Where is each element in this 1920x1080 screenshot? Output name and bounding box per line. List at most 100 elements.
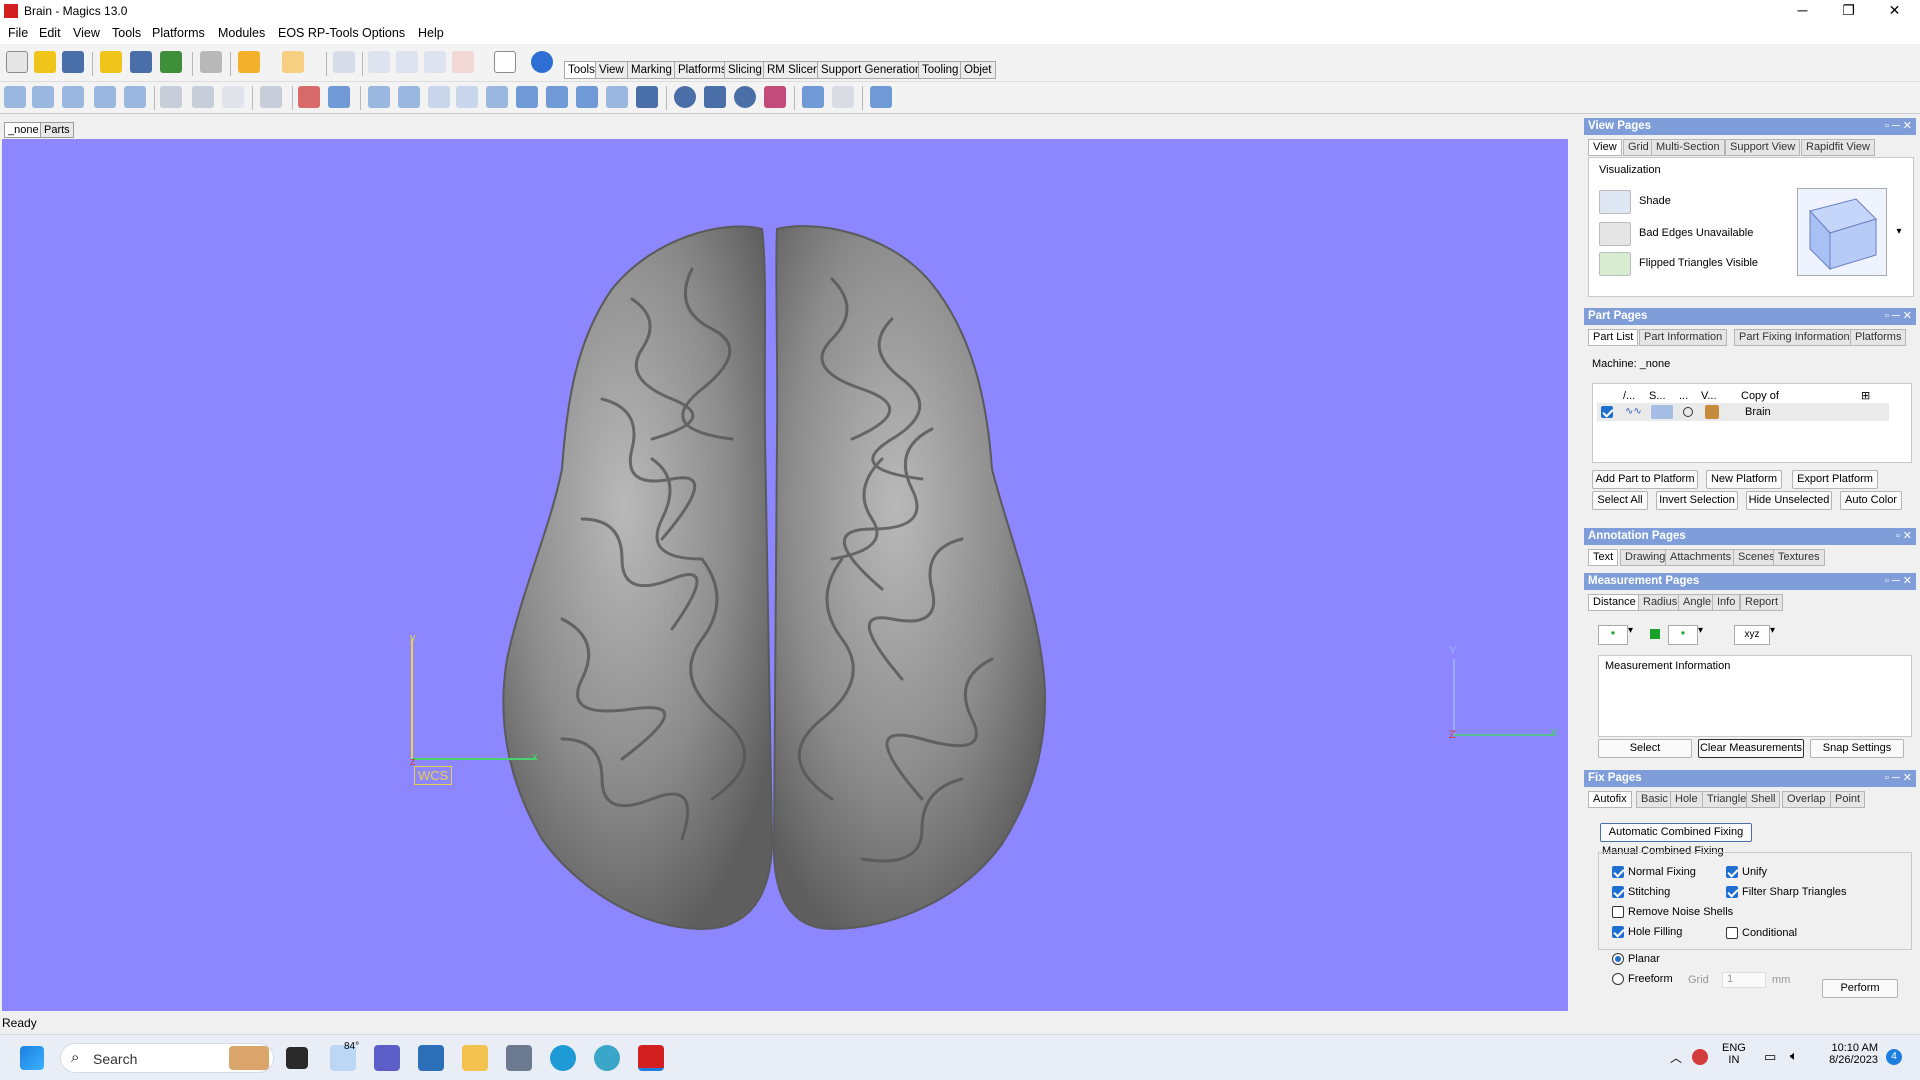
menu-tools[interactable]: Tools bbox=[112, 26, 141, 40]
select-button[interactable]: Select bbox=[1598, 739, 1692, 758]
open-folder-icon[interactable] bbox=[34, 51, 56, 73]
tab-text[interactable]: Text bbox=[1588, 549, 1619, 566]
column-header[interactable]: Copy of bbox=[1741, 390, 1779, 402]
radio-icon[interactable] bbox=[1683, 407, 1693, 417]
table-row[interactable]: ∿∿ Brain bbox=[1597, 403, 1889, 421]
chevron-down-icon[interactable]: ▾ bbox=[1770, 625, 1782, 645]
part-tool-icon[interactable] bbox=[4, 86, 26, 108]
rotate-view-icon[interactable] bbox=[368, 51, 390, 73]
brain-model[interactable] bbox=[2, 139, 1568, 1011]
chevron-up-icon[interactable]: ︿ bbox=[1670, 1049, 1682, 1066]
part-tool-icon[interactable] bbox=[486, 86, 508, 108]
close-icon[interactable]: ▫ ─ ✕ bbox=[1885, 308, 1912, 325]
store-icon[interactable] bbox=[418, 1045, 444, 1071]
part-tool-icon[interactable] bbox=[832, 86, 854, 108]
tab-basic[interactable]: Basic bbox=[1636, 791, 1673, 808]
tab-slicing[interactable]: Slicing bbox=[724, 61, 766, 79]
3d-viewport[interactable]: y z x WCS Y Z X bbox=[2, 139, 1568, 1011]
close-icon[interactable]: ▫ ─ ✕ bbox=[1885, 573, 1912, 590]
new-platform-button[interactable]: New Platform bbox=[1706, 470, 1782, 489]
minimize-button[interactable]: ─ bbox=[1780, 0, 1825, 22]
unify-checkbox[interactable] bbox=[1726, 866, 1738, 878]
app-icon[interactable] bbox=[594, 1045, 620, 1071]
part-tool-icon[interactable] bbox=[674, 86, 696, 108]
close-button[interactable]: ✕ bbox=[1872, 0, 1917, 22]
magics-taskbar-icon[interactable] bbox=[638, 1045, 664, 1071]
menu-file[interactable]: File bbox=[8, 26, 28, 40]
help-icon[interactable] bbox=[531, 51, 553, 73]
tab-view[interactable]: View bbox=[595, 61, 628, 79]
part-tool-icon[interactable] bbox=[870, 86, 892, 108]
tab-rm-slicer[interactable]: RM Slicer bbox=[763, 61, 821, 79]
hole-filling-checkbox[interactable] bbox=[1612, 926, 1624, 938]
search-box[interactable]: ⌕ Search bbox=[60, 1043, 274, 1073]
chevron-down-icon[interactable]: ▾ bbox=[1891, 188, 1907, 276]
clock[interactable]: 10:10 AM 8/26/2023 bbox=[1820, 1042, 1878, 1066]
part-tool-icon[interactable] bbox=[636, 86, 658, 108]
part-tool-icon[interactable] bbox=[802, 86, 824, 108]
auto-color-button[interactable]: Auto Color bbox=[1840, 491, 1902, 510]
part-tool-icon[interactable] bbox=[260, 86, 282, 108]
tab-tooling[interactable]: Tooling bbox=[918, 61, 963, 79]
freeform-radio[interactable] bbox=[1612, 973, 1624, 985]
stitching-checkbox[interactable] bbox=[1612, 886, 1624, 898]
zoom-fit-icon[interactable] bbox=[452, 51, 474, 73]
tab-part-platforms[interactable]: Platforms bbox=[1850, 329, 1907, 346]
snap-settings-button[interactable]: Snap Settings bbox=[1810, 739, 1904, 758]
flipped-triangles-icon[interactable] bbox=[1599, 252, 1631, 276]
part-tool-icon[interactable] bbox=[192, 86, 214, 108]
column-header[interactable]: V... bbox=[1701, 390, 1717, 402]
menu-view[interactable]: View bbox=[73, 26, 100, 40]
tab-autofix[interactable]: Autofix bbox=[1588, 791, 1632, 808]
pan-view-icon[interactable] bbox=[396, 51, 418, 73]
notification-badge[interactable]: 4 bbox=[1886, 1049, 1902, 1065]
tab-shell[interactable]: Shell bbox=[1746, 791, 1781, 808]
column-chooser-icon[interactable]: ⊞ bbox=[1861, 389, 1870, 402]
tab-attachments[interactable]: Attachments bbox=[1665, 549, 1737, 566]
part-visible-checkbox[interactable] bbox=[1601, 406, 1613, 418]
monitor-icon[interactable]: ▭ bbox=[1764, 1049, 1776, 1065]
part-tool-icon[interactable] bbox=[546, 86, 568, 108]
tab-radius[interactable]: Radius bbox=[1638, 594, 1683, 611]
menu-modules[interactable]: Modules bbox=[218, 26, 265, 40]
undo-icon[interactable] bbox=[238, 51, 260, 73]
point-selector[interactable]: • bbox=[1598, 625, 1628, 645]
tab-point[interactable]: Point bbox=[1830, 791, 1866, 808]
invert-selection-button[interactable]: Invert Selection bbox=[1656, 491, 1738, 510]
maximize-button[interactable]: ❐ bbox=[1826, 0, 1871, 22]
tab-report[interactable]: Report bbox=[1740, 594, 1784, 611]
point-selector[interactable]: • bbox=[1668, 625, 1698, 645]
close-icon[interactable]: ▫ ✕ bbox=[1896, 528, 1912, 545]
normal-fixing-checkbox[interactable] bbox=[1612, 866, 1624, 878]
chevron-down-icon[interactable]: ▾ bbox=[1628, 625, 1640, 645]
bad-edges-icon[interactable] bbox=[1599, 222, 1631, 246]
tab-drawing[interactable]: Drawing bbox=[1620, 549, 1671, 566]
select-icon[interactable] bbox=[333, 51, 355, 73]
part-tool-icon[interactable] bbox=[576, 86, 598, 108]
save-icon[interactable] bbox=[62, 51, 84, 73]
automatic-combined-fixing-button[interactable]: Automatic Combined Fixing bbox=[1600, 823, 1752, 842]
cut-icon[interactable] bbox=[160, 86, 182, 108]
tab-support-view[interactable]: Support View bbox=[1725, 139, 1801, 156]
column-header[interactable]: /... bbox=[1623, 390, 1635, 402]
tab-tools[interactable]: Tools bbox=[564, 61, 599, 79]
part-tool-icon[interactable] bbox=[328, 86, 350, 108]
calculator-icon[interactable] bbox=[506, 1045, 532, 1071]
checklist-icon[interactable] bbox=[494, 51, 516, 73]
import-part-icon[interactable] bbox=[100, 51, 122, 73]
column-header[interactable]: S... bbox=[1649, 390, 1666, 402]
menu-options[interactable]: Options bbox=[362, 26, 405, 40]
remove-noise-shells-checkbox[interactable] bbox=[1612, 906, 1624, 918]
add-part-to-platform-button[interactable]: Add Part to Platform bbox=[1592, 470, 1698, 489]
tab-distance[interactable]: Distance bbox=[1588, 594, 1641, 611]
edge-icon[interactable] bbox=[550, 1045, 576, 1071]
menu-help[interactable]: Help bbox=[418, 26, 444, 40]
part-tool-icon[interactable] bbox=[222, 86, 244, 108]
tab-triangle[interactable]: Triangle bbox=[1702, 791, 1752, 808]
filter-sharp-triangles-checkbox[interactable] bbox=[1726, 886, 1738, 898]
shade-mode-icon[interactable] bbox=[1651, 405, 1673, 419]
view-cube-icon[interactable] bbox=[1797, 188, 1887, 276]
part-tool-icon[interactable] bbox=[368, 86, 390, 108]
part-tool-icon[interactable] bbox=[62, 86, 84, 108]
grid-input[interactable]: 1 bbox=[1722, 972, 1766, 988]
